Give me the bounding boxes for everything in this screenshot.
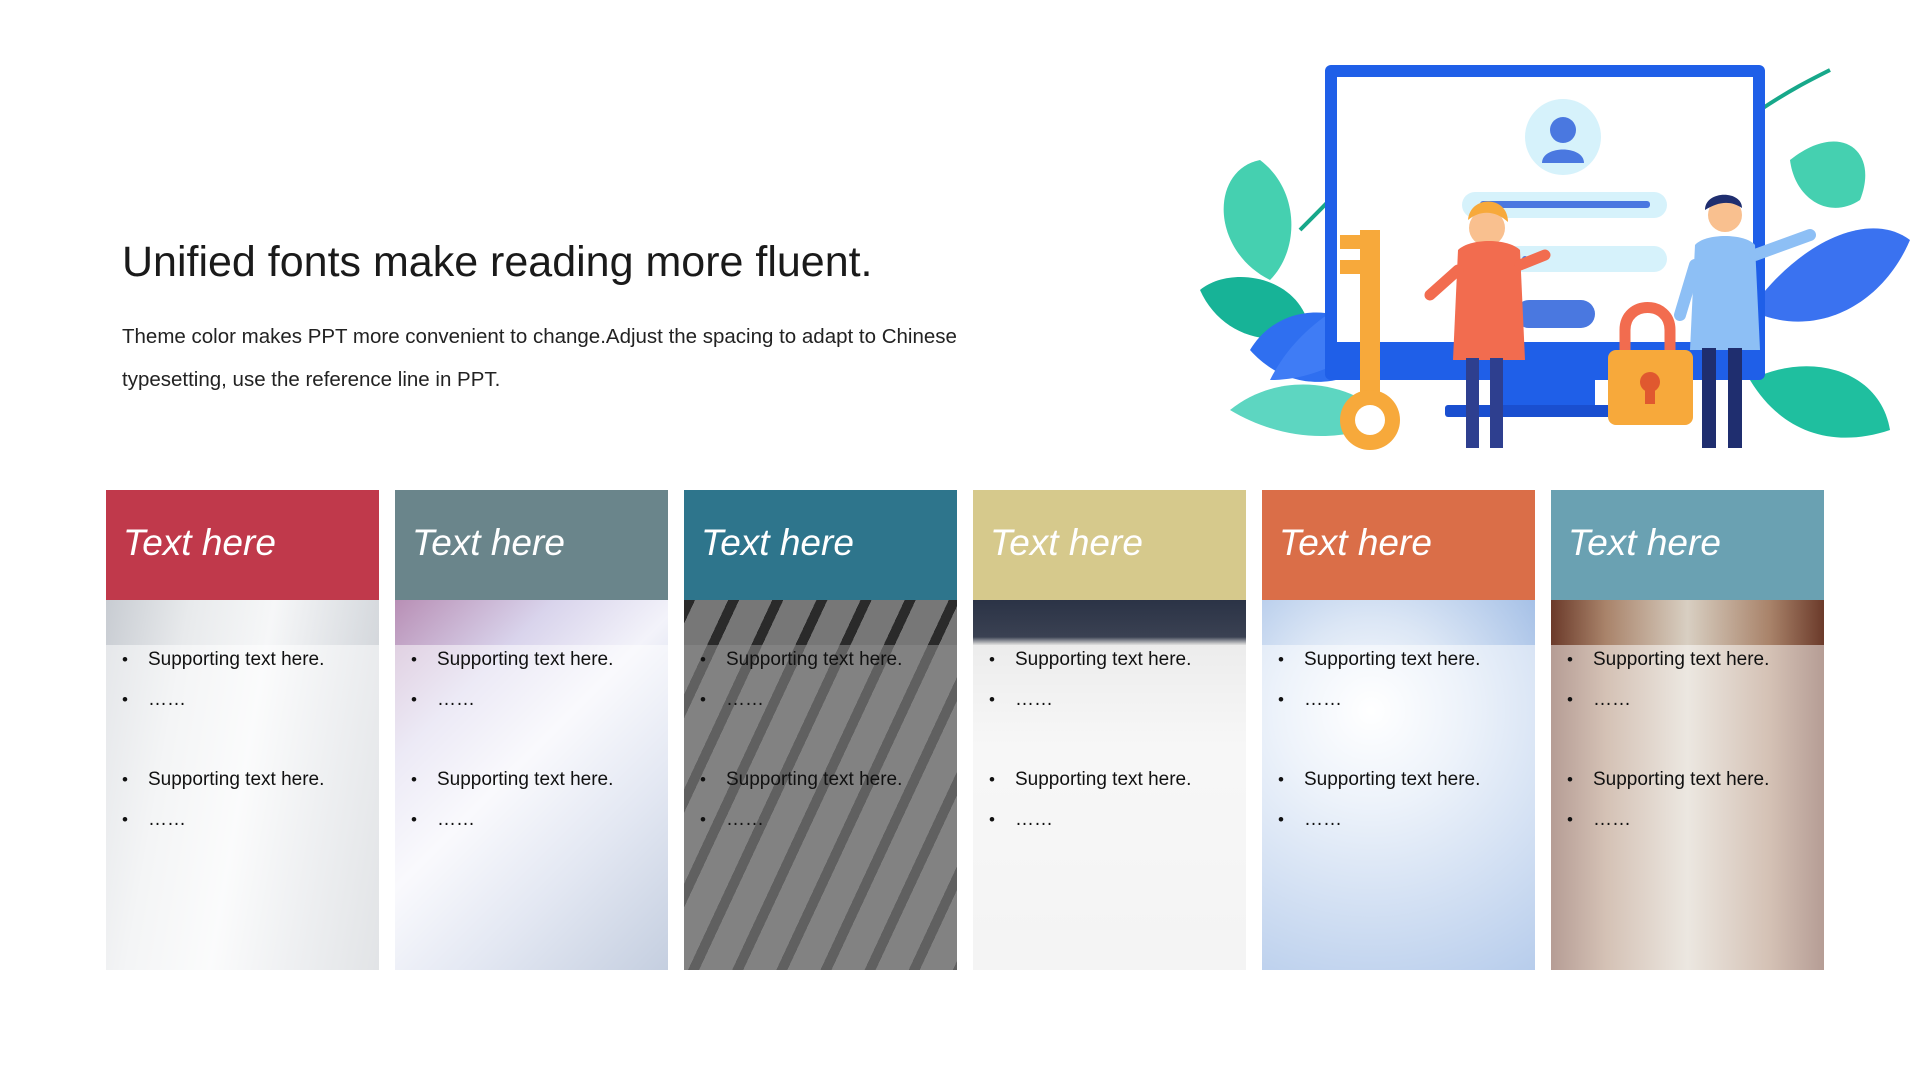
list-item: Supporting text here. xyxy=(973,760,1246,800)
card-title: Text here xyxy=(123,522,276,563)
list-item: …… xyxy=(1551,800,1824,840)
card-header: Text here xyxy=(1262,490,1535,600)
list-item: …… xyxy=(973,800,1246,840)
card-5: Text here Supporting text here. …… Suppo… xyxy=(1262,490,1535,970)
card-bullet-list: Supporting text here. …… Supporting text… xyxy=(1262,640,1535,840)
list-item: Supporting text here. xyxy=(684,760,957,800)
list-item: Supporting text here. xyxy=(1551,760,1824,800)
list-item: Supporting text here. xyxy=(1551,640,1824,680)
list-item: …… xyxy=(1262,800,1535,840)
card-title: Text here xyxy=(1279,522,1432,563)
list-item: …… xyxy=(684,800,957,840)
list-item: Supporting text here. xyxy=(1262,640,1535,680)
card-title: Text here xyxy=(1568,522,1721,563)
card-bullet-list: Supporting text here. …… Supporting text… xyxy=(684,640,957,840)
page-description: Theme color makes PPT more convenient to… xyxy=(122,325,957,391)
list-item: Supporting text here. xyxy=(1262,760,1535,800)
card-bullet-list: Supporting text here. …… Supporting text… xyxy=(1551,640,1824,840)
card-4: Text here Supporting text here. …… Suppo… xyxy=(973,490,1246,970)
card-bullet-list: Supporting text here. …… Supporting text… xyxy=(395,640,668,840)
list-item: Supporting text here. xyxy=(973,640,1246,680)
card-title: Text here xyxy=(990,522,1143,563)
card-1: Text here Supporting text here. …… Suppo… xyxy=(106,490,379,970)
card-header: Text here xyxy=(1551,490,1824,600)
card-title: Text here xyxy=(701,522,854,563)
list-item: …… xyxy=(395,800,668,840)
card-3: Text here Supporting text here. …… Suppo… xyxy=(684,490,957,970)
card-header: Text here xyxy=(684,490,957,600)
list-item: Supporting text here. xyxy=(395,760,668,800)
list-item: Supporting text here. xyxy=(684,640,957,680)
card-6: Text here Supporting text here. …… Suppo… xyxy=(1551,490,1824,970)
user-avatar-icon xyxy=(1525,99,1601,175)
list-item: Supporting text here. xyxy=(106,760,379,800)
card-header: Text here xyxy=(395,490,668,600)
list-item: …… xyxy=(1262,680,1535,720)
card-header: Text here xyxy=(973,490,1246,600)
list-item: Supporting text here. xyxy=(106,640,379,680)
list-item: Supporting text here. xyxy=(395,640,668,680)
list-item: …… xyxy=(395,680,668,720)
page-title: Unified fonts make reading more fluent. xyxy=(122,238,873,286)
list-item: …… xyxy=(106,800,379,840)
card-bullet-list: Supporting text here. …… Supporting text… xyxy=(973,640,1246,840)
list-item: …… xyxy=(106,680,379,720)
list-item: …… xyxy=(684,680,957,720)
card-header: Text here xyxy=(106,490,379,600)
list-item: …… xyxy=(1551,680,1824,720)
list-item: …… xyxy=(973,680,1246,720)
card-2: Text here Supporting text here. …… Suppo… xyxy=(395,490,668,970)
card-bullet-list: Supporting text here. …… Supporting text… xyxy=(106,640,379,840)
card-title: Text here xyxy=(412,522,565,563)
login-security-illustration xyxy=(1200,65,1910,450)
